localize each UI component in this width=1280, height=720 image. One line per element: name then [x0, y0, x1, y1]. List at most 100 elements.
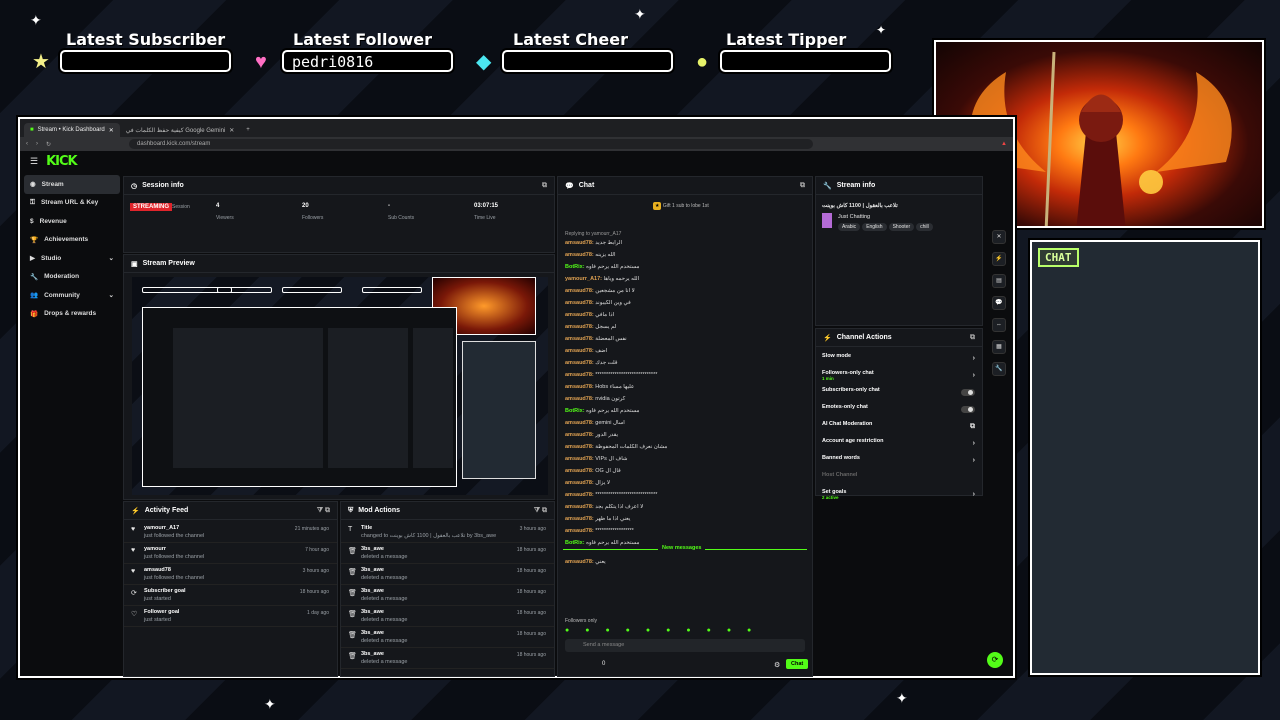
chat-message[interactable]: amsaud78: ******************	[565, 528, 805, 534]
channel-action-row[interactable]: Followers-only chat 1 min ›	[816, 370, 982, 387]
chat-message[interactable]: amsaud78: يعني	[565, 559, 805, 565]
sidebar-item[interactable]: 🔧 Moderation	[24, 268, 120, 287]
chat-message[interactable]: amsaud78: الله يزينه	[565, 252, 805, 258]
new-tab-button[interactable]: +	[240, 123, 256, 137]
stream-preview-video[interactable]	[132, 277, 548, 495]
popout-icon[interactable]: ⧉	[970, 334, 975, 342]
connection-status-icon[interactable]: ⟳	[987, 652, 1003, 668]
forward-icon[interactable]: ›	[36, 141, 38, 147]
filter-icon[interactable]: ⧩ ⧉	[317, 507, 330, 515]
channel-action-row[interactable]: Host Channel	[816, 472, 982, 489]
chat-message[interactable]: amsaud78: *****************************	[565, 372, 805, 378]
chat-message[interactable]: amsaud78: في وين الكيبوند	[565, 300, 805, 306]
chat-username[interactable]: amsaud78:	[565, 396, 594, 402]
channel-action-row[interactable]: Slow mode ›	[816, 353, 982, 370]
settings-icon[interactable]: ⚙	[774, 661, 780, 669]
chat-message[interactable]: amsaud78: لا انا من مشجعين	[565, 288, 805, 294]
channel-action-row[interactable]: Emotes-only chat	[816, 404, 982, 421]
chat-username[interactable]: BotRix:	[565, 408, 585, 414]
sidebar-item[interactable]: ▶ Studio ⌄	[24, 249, 120, 268]
channel-action-row[interactable]: Banned words ›	[816, 455, 982, 472]
chat-username[interactable]: yamourr_A17:	[565, 276, 602, 282]
filter-icon[interactable]: ⧩ ⧉	[534, 507, 547, 515]
chat-username[interactable]: amsaud78:	[565, 480, 594, 486]
tool-button[interactable]: ✕	[992, 230, 1006, 244]
chat-message[interactable]: amsaud78: لم يسجل	[565, 324, 805, 330]
toggle-switch[interactable]	[961, 389, 975, 396]
chevron-down-icon[interactable]: ⌄	[109, 291, 114, 299]
extension-icon[interactable]: ▲	[1001, 141, 1007, 147]
channel-action-row[interactable]: Subscribers-only chat	[816, 387, 982, 404]
chat-username[interactable]: amsaud78:	[565, 468, 594, 474]
chat-username[interactable]: BotRix:	[565, 540, 585, 546]
chat-username[interactable]: amsaud78:	[565, 240, 594, 246]
tool-button[interactable]: 🔧	[992, 362, 1006, 376]
chat-message[interactable]: amsaud78: قلت جدك	[565, 360, 805, 366]
chat-username[interactable]: amsaud78:	[565, 372, 594, 378]
chat-message[interactable]: amsaud78: *****************************	[565, 492, 805, 498]
tool-button[interactable]: ⇔	[992, 318, 1006, 332]
popout-icon[interactable]: ⧉	[800, 182, 805, 190]
browser-tab-gemini[interactable]: كيفية حفظ الكلمات في Google Gemini ✕	[120, 123, 241, 137]
chevron-right-icon[interactable]: ›	[973, 457, 975, 464]
external-link-icon[interactable]: ⧉	[970, 423, 975, 431]
chat-username[interactable]: amsaud78:	[565, 312, 594, 318]
sidebar-item[interactable]: ⚿ Stream URL & Key	[24, 194, 120, 213]
channel-action-row[interactable]: Set goals 2 active ›	[816, 489, 982, 506]
tool-button[interactable]: ⚡	[992, 252, 1006, 266]
chat-message[interactable]: amsaud78: الرابط جديد	[565, 240, 805, 246]
toggle-switch[interactable]	[961, 406, 975, 413]
chat-username[interactable]: amsaud78:	[565, 492, 594, 498]
channel-action-row[interactable]: AI Chat Moderation ⧉	[816, 421, 982, 438]
send-message-input[interactable]: Send a message	[565, 639, 805, 652]
chat-message[interactable]: amsaud78: نفس المعضلة	[565, 336, 805, 342]
chat-username[interactable]: amsaud78:	[565, 252, 594, 258]
chat-message[interactable]: amsaud78: يعني اذا ما ظهر	[565, 516, 805, 522]
chat-send-button[interactable]: Chat	[786, 659, 809, 669]
url-field[interactable]: dashboard.kick.com/stream	[129, 139, 814, 149]
chat-username[interactable]: amsaud78:	[565, 504, 594, 510]
chat-username[interactable]: amsaud78:	[565, 324, 594, 330]
chat-username[interactable]: amsaud78:	[565, 360, 594, 366]
sidebar-item[interactable]: 🏆 Achievements	[24, 231, 120, 250]
tool-button[interactable]: ▦	[992, 340, 1006, 354]
chat-username[interactable]: amsaud78:	[565, 348, 594, 354]
chat-message[interactable]: amsaud78: اضف	[565, 348, 805, 354]
chat-message[interactable]: amsaud78: gemini اسال	[565, 420, 805, 426]
popout-icon[interactable]: ⧉	[542, 182, 547, 190]
chat-message[interactable]: amsaud78: مشان نعرف الكلمات المحفوظة	[565, 444, 805, 450]
gift-banner[interactable]: ★ Gift 1 sub to lobe 1st	[653, 202, 709, 210]
tool-button[interactable]: 💬	[992, 296, 1006, 310]
chat-username[interactable]: amsaud78:	[565, 300, 594, 306]
chat-username[interactable]: amsaud78:	[565, 384, 594, 390]
tool-button[interactable]: ▤	[992, 274, 1006, 288]
chat-message[interactable]: amsaud78: Hobs عليها مساء	[565, 384, 805, 390]
chat-username[interactable]: amsaud78:	[565, 420, 594, 426]
chat-username[interactable]: amsaud78:	[565, 444, 594, 450]
chat-message[interactable]: amsaud78: اذا مافي	[565, 312, 805, 318]
chat-username[interactable]: amsaud78:	[565, 432, 594, 438]
menu-icon[interactable]: ☰	[30, 156, 38, 167]
chat-message[interactable]: BotRix: مستخدم الله يرحم فاوه	[565, 408, 805, 414]
chevron-right-icon[interactable]: ›	[973, 372, 975, 379]
chat-username[interactable]: amsaud78:	[565, 336, 594, 342]
chat-message[interactable]: amsaud78: يقدر الدور	[565, 432, 805, 438]
sidebar-item[interactable]: 👥 Community ⌄	[24, 286, 120, 305]
browser-tab-kick[interactable]: ■ Stream • Kick Dashboard ✕	[24, 123, 120, 137]
channel-action-row[interactable]: Account age restriction ›	[816, 438, 982, 455]
chat-username[interactable]: BotRix:	[565, 264, 585, 270]
chat-message[interactable]: yamourr_A17: الله يرحمه وياها	[565, 276, 805, 282]
chat-message[interactable]: amsaud78: VIPs شاف ال	[565, 456, 805, 462]
chat-username[interactable]: amsaud78:	[565, 516, 594, 522]
chevron-right-icon[interactable]: ›	[973, 355, 975, 362]
chat-message[interactable]: amsaud78: لا يزال	[565, 480, 805, 486]
chevron-right-icon[interactable]: ›	[973, 491, 975, 498]
chat-message[interactable]: amsaud78: nvidia كرتون	[565, 396, 805, 402]
chat-username[interactable]: amsaud78:	[565, 288, 594, 294]
stream-tag[interactable]: English	[862, 223, 887, 231]
back-icon[interactable]: ‹	[26, 141, 28, 147]
chevron-right-icon[interactable]: ›	[973, 440, 975, 447]
sidebar-item[interactable]: 🎁 Drops & rewards	[24, 305, 120, 324]
chat-message[interactable]: BotRix: مستخدم الله يرحم فاوه	[565, 264, 805, 270]
reload-icon[interactable]: ↻	[46, 141, 51, 148]
